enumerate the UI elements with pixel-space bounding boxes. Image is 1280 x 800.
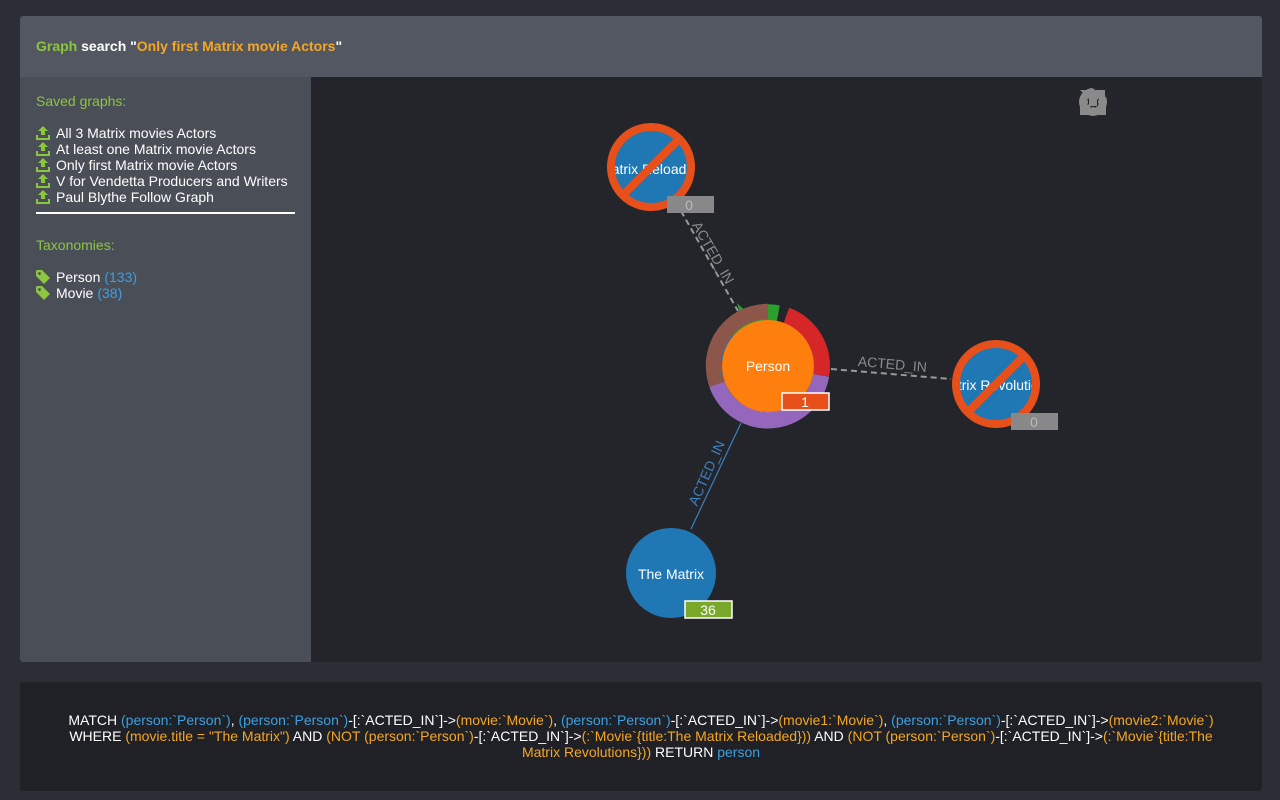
- query-separator: ,: [883, 712, 892, 728]
- upload-icon: [36, 158, 50, 172]
- node-matrix-badge: 36: [700, 602, 716, 618]
- upload-icon: [36, 174, 50, 188]
- edge-label-revolutions: ACTED_IN: [857, 353, 927, 375]
- node-person[interactable]: Person 1: [680, 285, 846, 454]
- query-node-pattern: (movie2:`Movie`): [1108, 712, 1214, 728]
- node-reloaded-badge: 0: [685, 197, 693, 213]
- node-matrix-reloaded[interactable]: Matrix Reloaded 0: [600, 123, 714, 213]
- upload-icon: [36, 142, 50, 156]
- tag-icon: [36, 286, 50, 300]
- saved-graphs-title: Saved graphs:: [36, 93, 127, 109]
- saved-graphs-list: All 3 Matrix movies Actors At least one …: [36, 125, 295, 205]
- saved-graph-label: Paul Blythe Follow Graph: [56, 189, 214, 205]
- query-condition: (movie.title = "The Matrix"): [125, 728, 290, 744]
- graph-label: Graph: [36, 38, 78, 54]
- saved-graph-label: V for Vendetta Producers and Writers: [56, 173, 288, 189]
- graph-svg[interactable]: ACTED_IN ACTED_IN ACTED_IN Person 1 Matr…: [311, 77, 1262, 662]
- node-person-badge: 1: [801, 394, 809, 410]
- node-revolutions-badge: 0: [1030, 414, 1038, 430]
- saved-graph-item[interactable]: All 3 Matrix movies Actors: [36, 125, 295, 141]
- saved-graph-item[interactable]: Only first Matrix movie Actors: [36, 157, 295, 173]
- taxonomies-title: Taxonomies:: [36, 237, 115, 253]
- taxonomy-item-movie[interactable]: Movie (38): [36, 285, 137, 301]
- fullscreen-button[interactable]: [1081, 87, 1216, 117]
- saved-graph-label: At least one Matrix movie Actors: [56, 141, 256, 157]
- saved-graph-item[interactable]: Paul Blythe Follow Graph: [36, 189, 295, 205]
- query-and-keyword: AND: [811, 728, 848, 744]
- query-name: Only first Matrix movie Actors: [136, 38, 336, 54]
- query-relationship: -[:`ACTED_IN`]->: [1000, 712, 1109, 728]
- saved-graph-item[interactable]: V for Vendetta Producers and Writers: [36, 173, 295, 189]
- query-node-pattern: (person:`Person`): [891, 712, 1001, 728]
- saved-graph-label: All 3 Matrix movies Actors: [56, 125, 217, 141]
- node-the-matrix[interactable]: The Matrix 36: [626, 528, 733, 619]
- close-quote: ": [335, 38, 343, 54]
- query-where-keyword: WHERE: [69, 728, 126, 744]
- sidebar: Saved graphs: All 3 Matrix movies Actors…: [20, 77, 311, 662]
- query-separator: ,: [553, 712, 561, 728]
- query-and-keyword: AND: [289, 728, 327, 744]
- tag-icon: [36, 270, 50, 284]
- export-icon: [1080, 89, 1106, 115]
- query-relationship: -[:`ACTED_IN`]->: [995, 728, 1103, 744]
- node-matrix-revolutions[interactable]: Matrix Revolutions 0: [938, 340, 1058, 430]
- query-node-pattern: (movie1:`Movie`): [778, 712, 884, 728]
- taxonomy-count: (133): [104, 269, 138, 285]
- node-matrix-label: The Matrix: [638, 566, 704, 582]
- query-return-keyword: RETURN: [651, 744, 718, 760]
- query-node-pattern: (person:`Person`): [560, 712, 671, 728]
- taxonomy-item-person[interactable]: Person (133): [36, 269, 137, 285]
- query-node-pattern: (movie:`Movie`): [455, 712, 554, 728]
- query-condition: (:`Movie`{title:The Matrix Reloaded})): [581, 728, 812, 744]
- sidebar-divider: [36, 212, 295, 214]
- search-label: search ": [77, 38, 137, 54]
- query-relationship: -[:`ACTED_IN`]->: [473, 728, 582, 744]
- node-person-label: Person: [746, 358, 790, 374]
- upload-icon: [36, 126, 50, 140]
- refresh-button[interactable]: [1080, 87, 1144, 117]
- taxonomy-count: (38): [97, 285, 123, 301]
- query-condition: (NOT (person:`Person`): [847, 728, 996, 744]
- edge-label-reloaded: ACTED_IN: [689, 219, 737, 287]
- cypher-query-box: MATCH (person:`Person`), (person:`Person…: [20, 682, 1262, 791]
- taxonomies-list: Person (133) Movie (38): [36, 269, 137, 301]
- graph-toolbar: [1078, 87, 1252, 117]
- center-button[interactable]: [1080, 87, 1180, 117]
- taxonomy-name: Movie: [56, 285, 94, 301]
- query-match-keyword: MATCH: [68, 712, 121, 728]
- query-relationship: -[:`ACTED_IN`]->: [670, 712, 779, 728]
- taxonomy-name: Person: [56, 269, 101, 285]
- query-relationship: -[:`ACTED_IN`]->: [348, 712, 456, 728]
- graph-search-header: Graph search "Only first Matrix movie Ac…: [20, 16, 1262, 77]
- query-node-pattern: (person:`Person`): [238, 712, 349, 728]
- saved-graph-item[interactable]: At least one Matrix movie Actors: [36, 141, 295, 157]
- query-return-value: person: [717, 744, 761, 760]
- graph-canvas[interactable]: ACTED_IN ACTED_IN ACTED_IN Person 1 Matr…: [311, 77, 1262, 662]
- query-condition: (NOT (person:`Person`): [326, 728, 474, 744]
- export-button[interactable]: [1080, 87, 1252, 117]
- saved-graph-label: Only first Matrix movie Actors: [56, 157, 238, 173]
- query-node-pattern: (person:`Person`): [121, 712, 231, 728]
- upload-icon: [36, 190, 50, 204]
